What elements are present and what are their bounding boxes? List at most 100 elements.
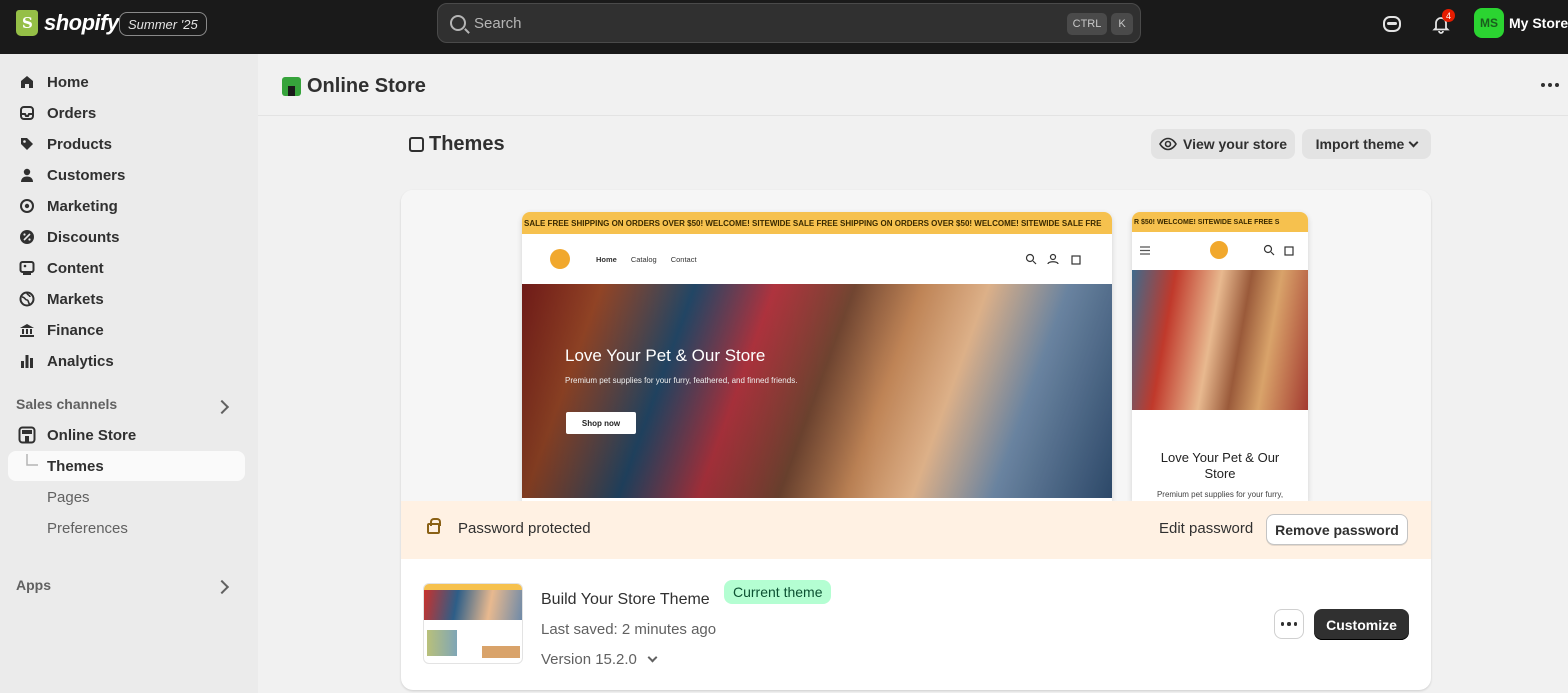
sidebar-item-label: Markets bbox=[47, 290, 104, 308]
shopify-logo[interactable]: shopify bbox=[16, 10, 119, 36]
edition-badge[interactable]: Summer '25 bbox=[119, 12, 207, 36]
chevron-down-icon bbox=[647, 652, 658, 663]
import-theme-label: Import theme bbox=[1315, 136, 1405, 152]
mobile-preview: R $50! WELCOME! SITEWIDE SALE FREE S Lov… bbox=[1132, 212, 1308, 501]
sidebar-item-products[interactable]: Products bbox=[8, 129, 245, 159]
view-store-button[interactable]: View your store bbox=[1151, 129, 1295, 159]
sidebar-item-analytics[interactable]: Analytics bbox=[8, 346, 245, 376]
theme-name: Build Your Store Theme bbox=[541, 591, 710, 608]
bank-icon bbox=[18, 321, 36, 339]
apps-label[interactable]: Apps bbox=[16, 577, 51, 593]
sidekick-icon[interactable] bbox=[1380, 12, 1404, 36]
image-icon bbox=[18, 259, 36, 277]
password-banner: Password protected Edit password Remove … bbox=[401, 501, 1431, 559]
home-icon bbox=[18, 73, 36, 91]
person-icon bbox=[18, 166, 36, 184]
sidebar-item-label: Online Store bbox=[47, 426, 137, 444]
sidebar-subitem-label: Themes bbox=[47, 457, 104, 475]
preview-nav: Home Catalog Contact bbox=[522, 234, 1112, 284]
current-theme-card: SALE FREE SHIPPING ON ORDERS OVER $50! W… bbox=[401, 190, 1431, 690]
mobile-hero-subtitle: Premium pet supplies for your furry, bbox=[1156, 490, 1284, 499]
current-theme-badge: Current theme bbox=[724, 580, 832, 604]
theme-preview[interactable]: SALE FREE SHIPPING ON ORDERS OVER $50! W… bbox=[401, 190, 1431, 501]
bar-chart-icon bbox=[18, 352, 36, 370]
sidebar-subitem-themes[interactable]: Themes bbox=[8, 451, 245, 481]
mobile-header-icons bbox=[1263, 244, 1294, 256]
sidebar-subitem-pages[interactable]: Pages bbox=[8, 482, 245, 512]
page-header: Online Store bbox=[258, 54, 1568, 116]
sidebar-item-markets[interactable]: Markets bbox=[8, 284, 245, 314]
lock-icon bbox=[427, 518, 441, 534]
tree-connector-icon bbox=[26, 454, 38, 466]
mobile-hero-image bbox=[1132, 270, 1308, 410]
tag-icon bbox=[18, 135, 36, 153]
target-icon bbox=[18, 197, 36, 215]
sidebar-subitem-label: Preferences bbox=[47, 519, 128, 537]
import-theme-button[interactable]: Import theme bbox=[1302, 129, 1431, 159]
preview-header-icons bbox=[1025, 253, 1081, 265]
discount-icon bbox=[18, 228, 36, 246]
page-title: Online Store bbox=[307, 75, 426, 97]
chevron-down-icon bbox=[1408, 137, 1419, 147]
sidebar-item-orders[interactable]: Orders bbox=[8, 98, 245, 128]
sidebar-subitem-label: Pages bbox=[47, 488, 90, 506]
sidebar-item-label: Finance bbox=[47, 321, 104, 339]
sidebar-item-customers[interactable]: Customers bbox=[8, 160, 245, 190]
hamburger-icon bbox=[1140, 246, 1150, 255]
shop-now-button: Shop now bbox=[566, 412, 636, 434]
online-store-icon bbox=[282, 77, 301, 96]
search-icon bbox=[450, 15, 466, 31]
chevron-right-icon[interactable] bbox=[214, 399, 230, 415]
remove-password-button[interactable]: Remove password bbox=[1266, 514, 1408, 545]
mobile-hero-title: Love Your Pet & Our Store bbox=[1160, 450, 1280, 481]
theme-actions-button[interactable] bbox=[1274, 609, 1304, 639]
sidebar-item-discounts[interactable]: Discounts bbox=[8, 222, 245, 252]
sidebar-item-label: Products bbox=[47, 135, 113, 153]
preview-nav-links: Home Catalog Contact bbox=[596, 255, 697, 264]
eye-icon bbox=[1159, 137, 1177, 151]
announcement-banner: SALE FREE SHIPPING ON ORDERS OVER $50! W… bbox=[522, 212, 1112, 234]
sidebar-item-online-store[interactable]: Online Store bbox=[8, 420, 245, 450]
shopify-bag-icon bbox=[16, 10, 38, 36]
theme-thumbnail bbox=[423, 583, 523, 664]
sidebar-item-label: Analytics bbox=[47, 352, 114, 370]
mobile-preview-nav bbox=[1132, 232, 1308, 270]
chevron-right-icon[interactable] bbox=[214, 579, 230, 595]
themes-title: Themes bbox=[429, 133, 505, 155]
edit-password-link[interactable]: Edit password bbox=[1159, 520, 1253, 537]
sidebar-item-label: Discounts bbox=[47, 228, 120, 246]
last-saved: Last saved: 2 minutes ago bbox=[541, 621, 717, 638]
hero-subtitle: Premium pet supplies for your furry, fea… bbox=[565, 376, 798, 385]
avatar[interactable]: MS bbox=[1474, 8, 1504, 38]
sidebar-item-finance[interactable]: Finance bbox=[8, 315, 245, 345]
sidebar-subitem-preferences[interactable]: Preferences bbox=[8, 513, 245, 543]
inbox-icon bbox=[18, 104, 36, 122]
version-label: Version 15.2.0 bbox=[541, 651, 637, 668]
sidebar-item-label: Marketing bbox=[47, 197, 118, 215]
sales-channels-label[interactable]: Sales channels bbox=[16, 396, 117, 412]
sidebar-item-marketing[interactable]: Marketing bbox=[8, 191, 245, 221]
top-bar: shopify Summer '25 CTRL K 4 MS My Store bbox=[0, 0, 1568, 54]
password-status: Password protected bbox=[458, 520, 591, 537]
version-selector[interactable]: Version 15.2.0 bbox=[541, 651, 658, 668]
globe-icon bbox=[18, 290, 36, 308]
notification-badge: 4 bbox=[1442, 9, 1455, 22]
store-name[interactable]: My Store bbox=[1509, 15, 1568, 31]
sidebar-item-label: Home bbox=[47, 73, 89, 91]
sidebar-item-home[interactable]: Home bbox=[8, 67, 245, 97]
preview-nav-link: Catalog bbox=[630, 254, 657, 264]
customize-button[interactable]: Customize bbox=[1314, 609, 1409, 640]
sidebar-item-content[interactable]: Content bbox=[8, 253, 245, 283]
search-input[interactable] bbox=[474, 14, 1034, 32]
sidebar-item-label: Content bbox=[47, 259, 104, 277]
logo-text: shopify bbox=[44, 10, 119, 35]
more-actions-icon[interactable] bbox=[1541, 83, 1559, 87]
mobile-announcement-banner: R $50! WELCOME! SITEWIDE SALE FREE S bbox=[1132, 212, 1308, 232]
paw-logo-icon bbox=[1210, 241, 1228, 259]
kbd-ctrl: CTRL bbox=[1067, 13, 1107, 35]
hero-title: Love Your Pet & Our Store bbox=[565, 346, 766, 365]
search-bar[interactable]: CTRL K bbox=[437, 3, 1141, 43]
preview-nav-link: Home bbox=[596, 254, 617, 264]
sidebar: Home Orders Products Customers Marketing… bbox=[0, 54, 258, 693]
kbd-k: K bbox=[1111, 13, 1133, 35]
